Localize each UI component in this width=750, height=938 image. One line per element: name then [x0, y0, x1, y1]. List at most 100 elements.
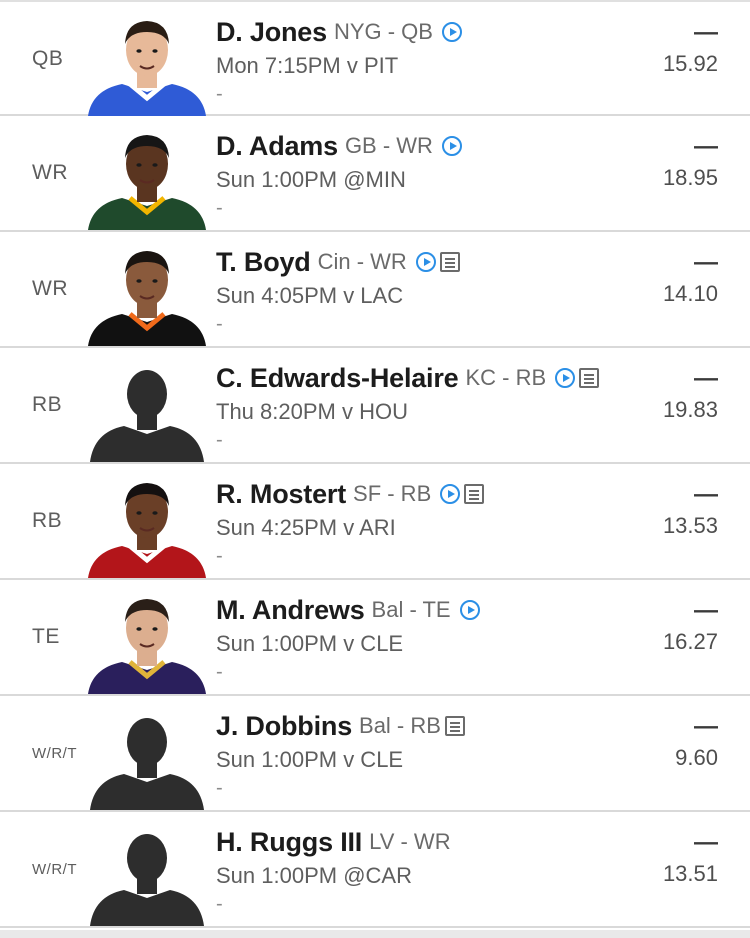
player-row[interactable]: WR D. Adams GB - WR Sun 1:00PM @MIN - — 18.95: [0, 116, 750, 232]
game-status: -: [216, 661, 223, 683]
player-info: R. Mostert SF - RB Sun 4:25PM v ARI -: [216, 476, 636, 569]
projected-points: 14.10: [662, 281, 718, 306]
points-column: — 18.95: [663, 132, 718, 194]
player-row[interactable]: WR T. Boyd Cin - WR Sun 4:05PM v LAC - — 14.10: [0, 232, 750, 348]
projected-points: 16.27: [662, 629, 718, 654]
projected-points: 13.51: [662, 861, 718, 886]
roster-slot-label: RB: [32, 509, 63, 532]
actual-points: —: [694, 249, 718, 276]
points-column: — 9.60: [675, 712, 718, 774]
player-headshot[interactable]: [80, 232, 215, 346]
player-row[interactable]: TE M. Andrews Bal - TE Sun 1:00PM v CLE - — 16…: [0, 580, 750, 696]
video-play-icon[interactable]: [459, 600, 480, 620]
actual-points: —: [694, 597, 718, 624]
game-info: Sun 1:00PM v CLE: [216, 631, 404, 656]
player-headshot[interactable]: [80, 812, 215, 926]
actual-points: —: [694, 829, 718, 856]
player-info: T. Boyd Cin - WR Sun 4:05PM v LAC -: [216, 244, 636, 337]
player-info: H. Ruggs III LV - WR Sun 1:00PM @CAR -: [216, 824, 636, 917]
player-headshot[interactable]: [80, 580, 215, 694]
game-status: -: [216, 545, 223, 567]
news-note-icon[interactable]: [464, 484, 485, 504]
actual-points: —: [694, 365, 718, 392]
player-headshot[interactable]: [80, 696, 215, 810]
player-info: J. Dobbins Bal - RB Sun 1:00PM v CLE -: [216, 708, 636, 801]
news-note-icon[interactable]: [579, 368, 600, 388]
team-position: LV - WR: [369, 829, 451, 854]
game-info: Sun 1:00PM v CLE: [216, 747, 404, 772]
roster-slot-label: RB: [32, 393, 63, 416]
points-column: — 15.92: [663, 18, 718, 80]
roster-slot-label: W/R/T: [32, 744, 77, 762]
game-info: Thu 8:20PM v HOU: [216, 399, 408, 424]
video-play-icon[interactable]: [555, 368, 576, 388]
points-column: — 13.53: [663, 480, 718, 542]
team-position: Bal - TE: [371, 597, 451, 622]
game-status: -: [216, 429, 223, 451]
roster-list: QB D. Jones NYG - QB Mon 7:15PM v PIT - — 15.9…: [0, 0, 750, 938]
team-position: GB - WR: [344, 133, 433, 158]
player-info: D. Jones NYG - QB Mon 7:15PM v PIT -: [216, 14, 636, 107]
news-note-icon[interactable]: [444, 716, 465, 736]
video-play-icon[interactable]: [441, 136, 462, 156]
roster-slot-label: QB: [32, 47, 64, 70]
game-status: -: [216, 893, 223, 915]
roster-slot-label: W/R/T: [32, 860, 77, 878]
projected-points: 15.92: [662, 51, 718, 76]
points-column: — 13.51: [663, 828, 718, 890]
player-row[interactable]: RB C. Edwards-Helaire KC - RB Thu 8:20PM v …: [0, 348, 750, 464]
roster-slot-label: TE: [32, 625, 60, 648]
points-column: — 16.27: [663, 596, 718, 658]
video-play-icon[interactable]: [415, 252, 436, 272]
player-headshot[interactable]: [80, 348, 215, 462]
player-name-link[interactable]: D. Adams: [216, 131, 338, 162]
video-play-icon[interactable]: [441, 22, 462, 42]
team-position: Bal - RB: [359, 713, 441, 738]
player-headshot[interactable]: [80, 2, 215, 116]
player-name-link[interactable]: H. Ruggs III: [216, 827, 362, 858]
player-name-link[interactable]: R. Mostert: [216, 479, 346, 510]
actual-points: —: [694, 481, 718, 508]
game-info: Sun 1:00PM @MIN: [216, 167, 406, 192]
projected-points: 9.60: [675, 745, 718, 770]
player-info: D. Adams GB - WR Sun 1:00PM @MIN -: [216, 128, 636, 221]
video-play-icon[interactable]: [440, 484, 461, 504]
player-info: M. Andrews Bal - TE Sun 1:00PM v CLE -: [216, 592, 636, 685]
projected-points: 19.83: [662, 397, 718, 422]
roster-slot-label: WR: [32, 161, 68, 184]
game-status: -: [216, 197, 223, 219]
team-position: SF - RB: [353, 481, 432, 506]
game-info: Sun 4:05PM v LAC: [216, 283, 404, 308]
player-name-link[interactable]: M. Andrews: [216, 595, 365, 626]
player-name-link[interactable]: C. Edwards-Helaire: [216, 363, 459, 394]
game-info: Sun 1:00PM @CAR: [216, 863, 412, 888]
player-info: C. Edwards-Helaire KC - RB Thu 8:20PM v HO…: [216, 360, 636, 453]
player-name-link[interactable]: D. Jones: [216, 17, 327, 48]
team-position: Cin - WR: [317, 249, 407, 274]
player-row[interactable]: RB R. Mostert SF - RB Sun 4:25PM v ARI - — 13.…: [0, 464, 750, 580]
projected-points: 13.53: [662, 513, 718, 538]
team-position: NYG - QB: [333, 19, 433, 44]
player-row[interactable]: QB D. Jones NYG - QB Mon 7:15PM v PIT - — 15.9…: [0, 0, 750, 116]
actual-points: —: [694, 19, 718, 46]
projected-points: 18.95: [662, 165, 718, 190]
roster-slot-label: WR: [32, 277, 68, 300]
player-headshot[interactable]: [80, 116, 215, 230]
player-row[interactable]: W/R/T H. Ruggs III LV - WR Sun 1:00PM @CAR -…: [0, 812, 750, 928]
player-name-link[interactable]: J. Dobbins: [216, 711, 352, 742]
actual-points: —: [694, 133, 718, 160]
game-info: Mon 7:15PM v PIT: [216, 53, 399, 78]
player-headshot[interactable]: [80, 464, 215, 578]
news-note-icon[interactable]: [439, 252, 460, 272]
points-column: — 19.83: [663, 364, 718, 426]
team-position: KC - RB: [465, 365, 547, 390]
game-status: -: [216, 777, 223, 799]
game-status: -: [216, 83, 223, 105]
game-status: -: [216, 313, 223, 335]
actual-points: —: [694, 713, 718, 740]
list-bottom-edge: [0, 930, 750, 938]
player-row[interactable]: W/R/T J. Dobbins Bal - RB Sun 1:00PM v CLE -…: [0, 696, 750, 812]
player-name-link[interactable]: T. Boyd: [216, 247, 311, 278]
points-column: — 14.10: [663, 248, 718, 310]
game-info: Sun 4:25PM v ARI: [216, 515, 396, 540]
